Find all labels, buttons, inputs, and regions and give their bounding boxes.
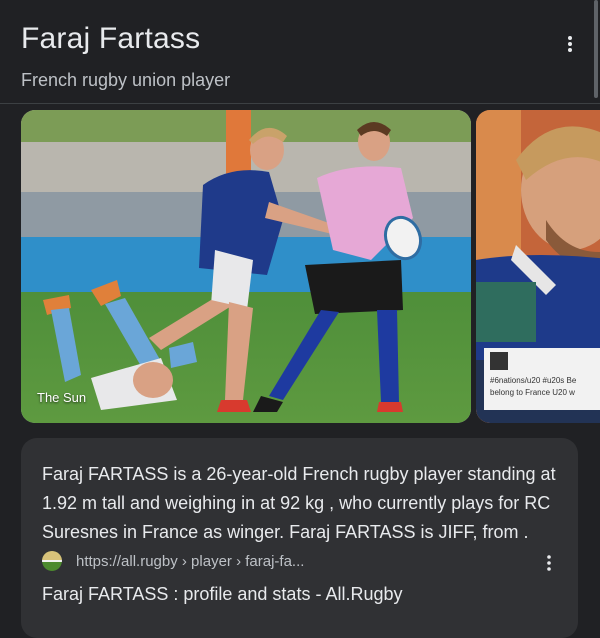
more-vert-icon (568, 36, 572, 52)
knowledge-panel-header: Faraj Fartass French rugby union player (0, 0, 600, 104)
qr-icon (490, 352, 508, 370)
result-title-link[interactable]: Faraj FARTASS : profile and stats - All.… (42, 584, 402, 605)
entity-subtitle: French rugby union player (21, 70, 231, 90)
result-source[interactable]: https://all.rugby › player › faraj-fa... (42, 550, 304, 572)
more-options-button[interactable] (556, 30, 584, 58)
result-more-button[interactable] (539, 552, 559, 574)
web-result-card[interactable]: Faraj FARTASS is a 26-year-old French ru… (21, 438, 578, 638)
scrollbar[interactable] (594, 0, 598, 98)
image-result-secondary[interactable]: #6nations/u20 #u20s Be belong to France … (476, 110, 600, 423)
image-source-caption: The Sun (37, 390, 87, 405)
social-post-overlay: #6nations/u20 #u20s Be belong to France … (484, 348, 600, 410)
site-favicon-icon (42, 551, 62, 571)
overlay-text-line1: #6nations/u20 #u20s Be (490, 376, 577, 385)
overlay-text-line2: belong to France U20 w (490, 388, 575, 397)
rugby-match-photo (21, 110, 471, 423)
entity-title: Faraj Fartass (21, 22, 201, 55)
image-result-main[interactable]: The Sun (21, 110, 471, 423)
more-vert-icon (547, 555, 551, 571)
result-url[interactable]: https://all.rugby › player › faraj-fa... (76, 553, 304, 570)
result-snippet: Faraj FARTASS is a 26-year-old French ru… (42, 464, 556, 542)
